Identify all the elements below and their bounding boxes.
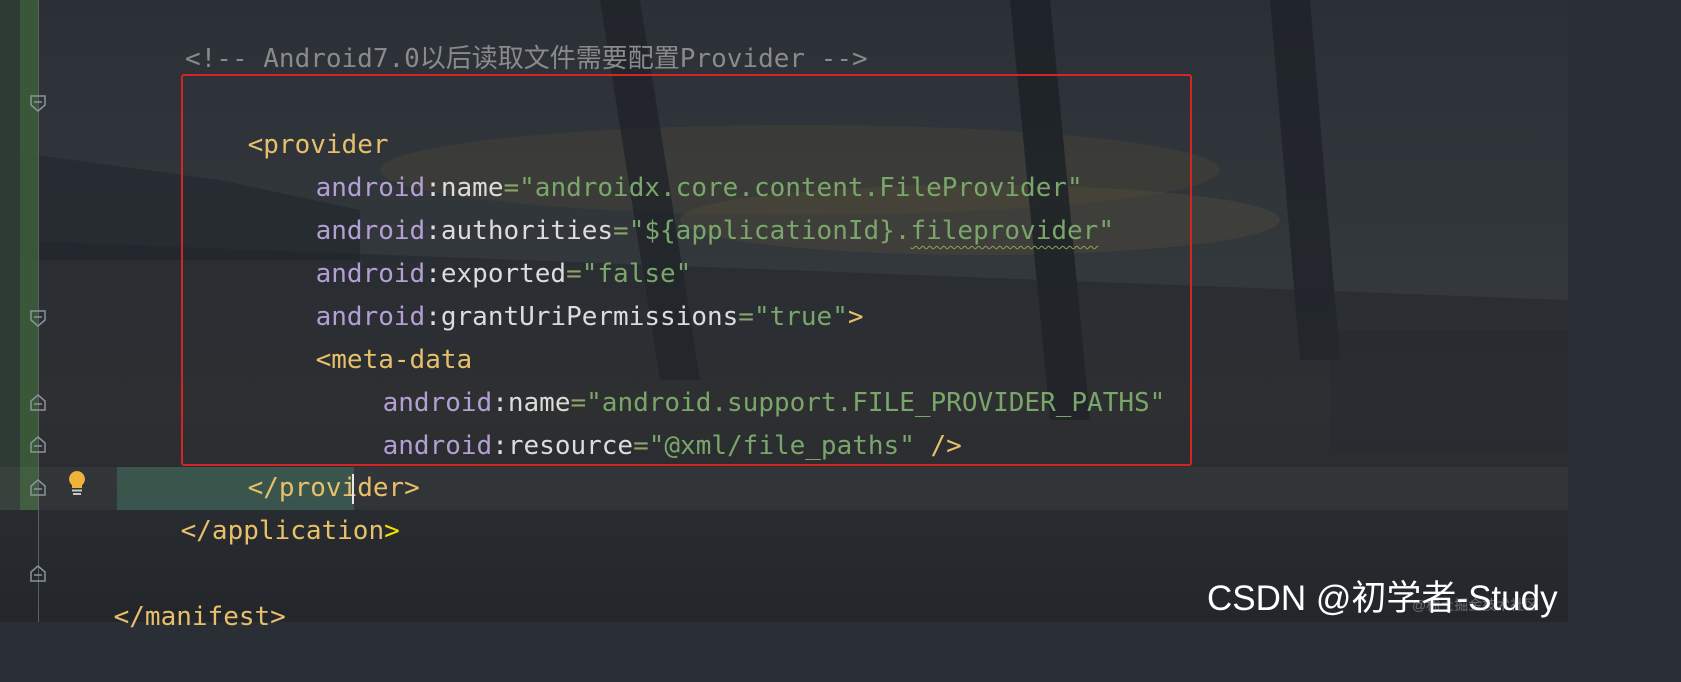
code-editor[interactable]: <!-- Android7.0以后读取文件需要配置Provider --> <p… xyxy=(0,0,1568,632)
watermark-csdn: CSDN @初学者-Study xyxy=(1207,579,1558,618)
tag-application-close: </application xyxy=(180,516,385,546)
code-line-manifest-close: </manifest> xyxy=(51,553,286,632)
fold-end-icon[interactable] xyxy=(29,565,47,583)
fold-end-icon[interactable] xyxy=(29,394,47,412)
fold-end-icon[interactable] xyxy=(29,436,47,454)
text-cursor xyxy=(352,474,354,504)
fold-toggle-icon[interactable] xyxy=(29,309,47,327)
annotation-highlight-box xyxy=(181,74,1192,466)
vcs-change-marker xyxy=(20,0,39,510)
matched-bracket: > xyxy=(384,516,400,546)
gutter xyxy=(0,0,20,510)
fold-toggle-icon[interactable] xyxy=(29,94,47,112)
tag-manifest-close: </manifest> xyxy=(113,602,286,632)
lightbulb-icon[interactable] xyxy=(65,470,89,498)
fold-end-icon[interactable] xyxy=(29,479,47,497)
code-line-application-close: </application> xyxy=(118,467,400,546)
